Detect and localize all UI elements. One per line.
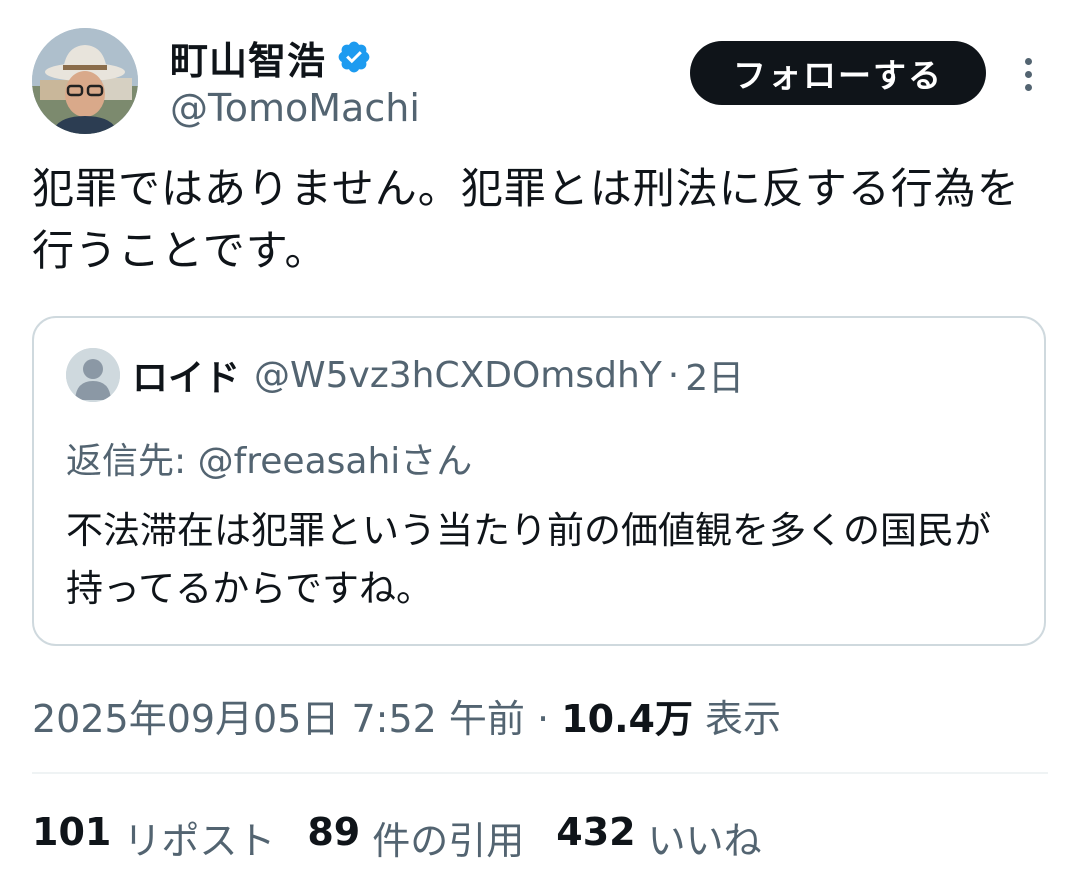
separator-dot: · — [537, 697, 550, 741]
repost-label: リポスト — [123, 819, 276, 863]
like-stat[interactable]: 432 いいね — [556, 810, 761, 865]
reply-to-handle[interactable]: @freeasahiさん — [198, 441, 473, 482]
quoted-author-name[interactable]: ロイド — [132, 349, 240, 401]
quote-count: 89 — [307, 810, 361, 854]
follow-button[interactable]: フォローする — [690, 41, 986, 105]
verified-badge-icon[interactable] — [336, 39, 372, 75]
author-name-row: 町山智浩 — [170, 34, 420, 83]
view-label: 表示 — [705, 697, 782, 741]
quoted-timestamp[interactable]: 2日 — [685, 349, 744, 401]
view-count: 10.4万 — [561, 697, 693, 741]
quote-label: 件の引用 — [372, 819, 525, 863]
author-info: 町山智浩 @TomoMachi — [170, 34, 420, 131]
repost-stat[interactable]: 101 リポスト — [32, 810, 275, 865]
like-label: いいね — [647, 819, 762, 863]
tweet-text: 犯罪ではありません。犯罪とは刑法に反する行為を行うことです。 — [32, 164, 1020, 275]
default-avatar-icon[interactable] — [66, 348, 120, 402]
quoted-tweet[interactable]: ロイド @W5vz3hCXDOmsdhY · 2日 返信先: @freeasah… — [32, 316, 1046, 646]
quoted-tweet-text: 不法滞在は犯罪という当たり前の価値観を多くの国民が持ってるからですね。 — [66, 509, 991, 610]
author-name[interactable]: 町山智浩 — [170, 30, 326, 85]
tweet-timestamp[interactable]: 2025年09月05日 7:52 午前 — [32, 697, 525, 741]
divider — [32, 772, 1048, 774]
tweet-meta: 2025年09月05日 7:52 午前 · 10.4万 表示 — [32, 688, 781, 743]
quoted-tweet-header: ロイド @W5vz3hCXDOmsdhY · 2日 — [66, 348, 744, 402]
quoted-author-handle[interactable]: @W5vz3hCXDOmsdhY — [254, 355, 662, 396]
like-count: 432 — [556, 810, 636, 854]
reply-context: 返信先: @freeasahiさん — [66, 432, 472, 484]
engagement-stats: 101 リポスト 89 件の引用 432 いいね — [32, 810, 762, 865]
more-options-icon[interactable] — [1008, 50, 1048, 98]
author-handle[interactable]: @TomoMachi — [170, 86, 420, 130]
tweet-header: 町山智浩 @TomoMachi フォローする — [32, 28, 1048, 138]
separator-dot: · — [667, 354, 680, 396]
quote-stat[interactable]: 89 件の引用 — [307, 810, 524, 865]
author-avatar[interactable] — [32, 28, 138, 134]
reply-prefix: 返信先: — [66, 441, 187, 482]
repost-count: 101 — [32, 810, 112, 854]
